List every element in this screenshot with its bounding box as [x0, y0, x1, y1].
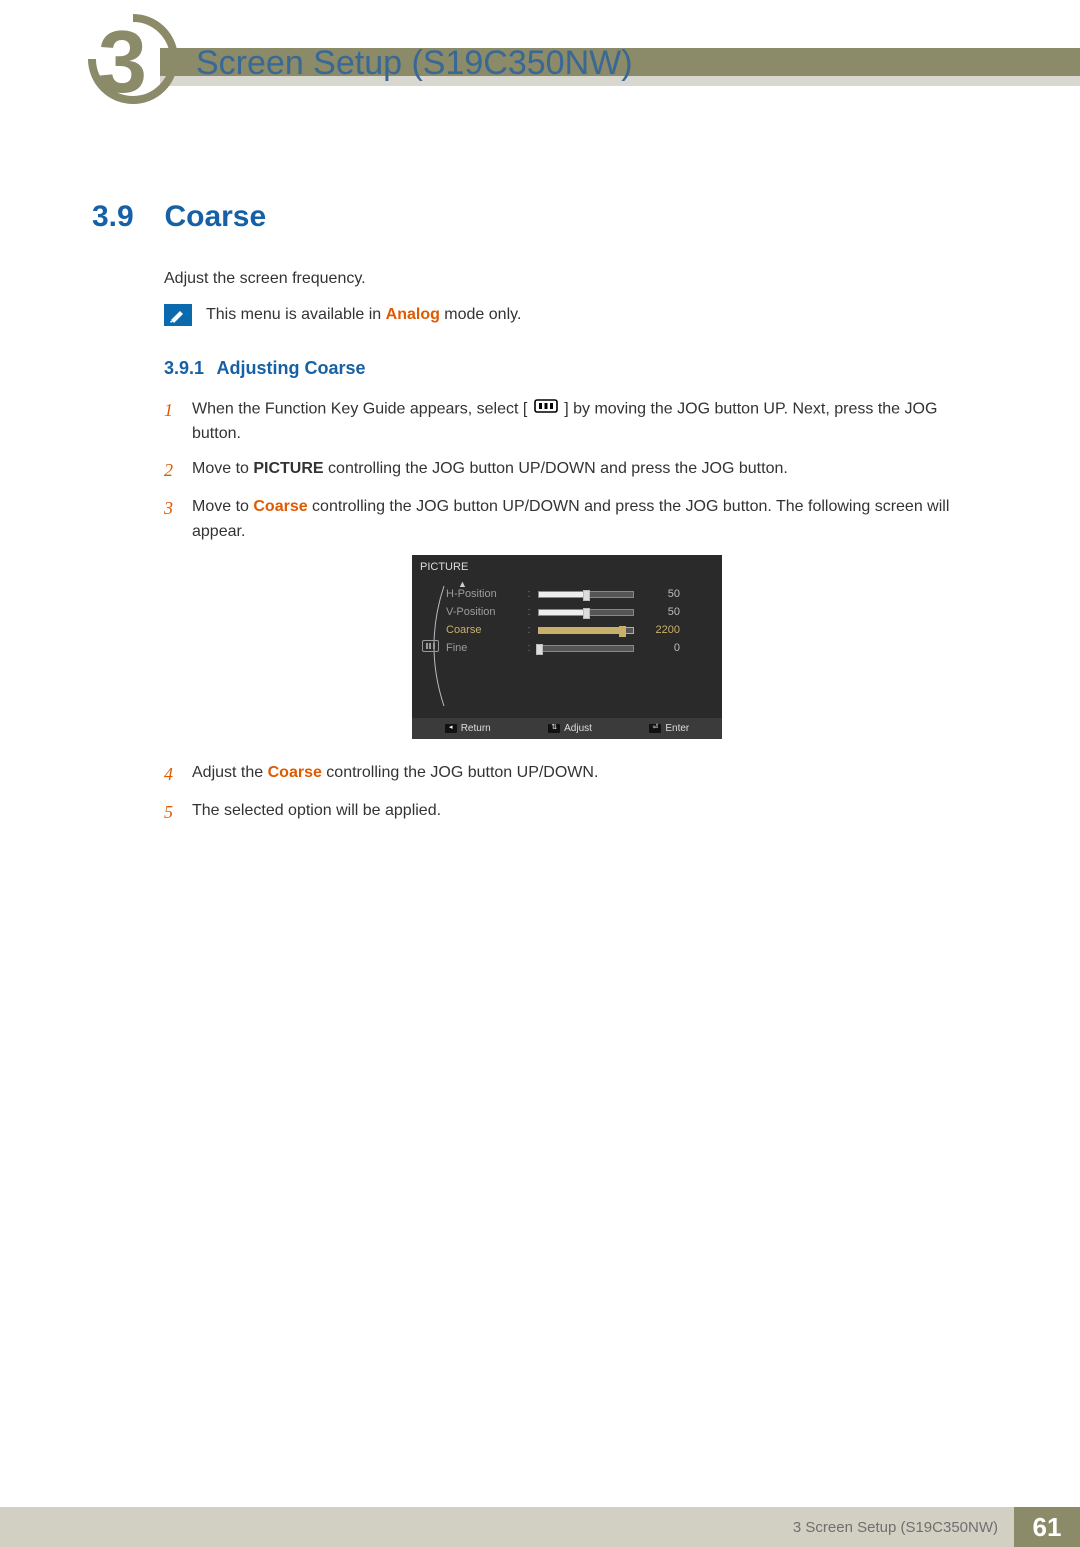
osd-picture-icon — [422, 640, 439, 652]
keyword-coarse: Coarse — [253, 498, 307, 515]
chapter-number: 3 — [98, 18, 147, 106]
keyword-coarse: Coarse — [268, 764, 322, 781]
note-icon — [164, 304, 192, 326]
step-text: Move to Coarse controlling the JOG butto… — [192, 495, 984, 751]
chapter-title: Screen Setup (S19C350NW) — [196, 44, 633, 83]
subsection-heading: 3.9.1 Adjusting Coarse — [164, 358, 984, 379]
subsection-title: Adjusting Coarse — [217, 358, 366, 378]
adjust-icon: ⇅ — [548, 724, 560, 733]
note-text-suffix: mode only. — [440, 306, 522, 323]
osd-row: Fine:0 — [446, 640, 712, 658]
step-text: Adjust the Coarse controlling the JOG bu… — [192, 761, 984, 789]
footer-breadcrumb: 3 Screen Setup (S19C350NW) — [0, 1507, 1014, 1547]
step-4: 4 Adjust the Coarse controlling the JOG … — [164, 761, 984, 789]
step-3: 3 Move to Coarse controlling the JOG but… — [164, 495, 984, 751]
step-2: 2 Move to PICTURE controlling the JOG bu… — [164, 457, 984, 485]
step-number: 3 — [164, 495, 192, 751]
osd-slider — [538, 609, 634, 616]
osd-row-label: Coarse — [446, 622, 520, 639]
step-number: 5 — [164, 799, 192, 827]
note-emphasis: Analog — [386, 306, 440, 323]
osd-row: V-Position:50 — [446, 604, 712, 622]
page-footer: 3 Screen Setup (S19C350NW) 61 — [0, 1507, 1080, 1547]
osd-row-value: 0 — [640, 640, 680, 657]
step-1: 1 When the Function Key Guide appears, s… — [164, 397, 984, 447]
osd-body: ▲ H-Position:50V-Position:50Coarse:2200F… — [412, 580, 722, 718]
return-icon: ◂ — [445, 724, 457, 733]
step-text: Move to PICTURE controlling the JOG butt… — [192, 457, 984, 485]
step-number: 4 — [164, 761, 192, 789]
osd-row-label: V-Position — [446, 604, 520, 621]
note-text: This menu is available in Analog mode on… — [206, 304, 521, 324]
section-number: 3.9 — [92, 200, 160, 234]
osd-slider — [538, 645, 634, 652]
osd-row: H-Position:50 — [446, 586, 712, 604]
osd-row: Coarse:2200 — [446, 622, 712, 640]
osd-side-curve — [422, 584, 448, 704]
section-heading: 3.9 Coarse Adjust the screen frequency. … — [92, 200, 984, 827]
step-number: 1 — [164, 397, 192, 447]
osd-title: PICTURE — [412, 555, 722, 580]
osd-row-value: 50 — [640, 604, 680, 621]
osd-row-label: Fine — [446, 640, 520, 657]
keyword-picture: PICTURE — [253, 460, 323, 477]
osd-panel: PICTURE ▲ H-Position:50 — [412, 555, 722, 740]
section-intro-text: Adjust the screen frequency. — [164, 270, 984, 288]
up-arrow-icon: ▲ — [458, 578, 467, 592]
step-5: 5 The selected option will be applied. — [164, 799, 984, 827]
chapter-header: 3 Screen Setup (S19C350NW) — [0, 20, 1080, 90]
osd-slider — [538, 627, 634, 634]
section-title: Coarse — [164, 200, 266, 233]
osd-footer: ◂ Return ⇅ Adjust ⏎ Enter — [412, 718, 722, 740]
note-row: This menu is available in Analog mode on… — [164, 304, 984, 326]
osd-row-value: 2200 — [640, 622, 680, 639]
osd-footer-return: ◂ Return — [445, 721, 491, 737]
footer-page-number: 61 — [1014, 1507, 1080, 1547]
osd-slider — [538, 591, 634, 598]
step-text: The selected option will be applied. — [192, 799, 984, 827]
chapter-number-badge: 3 — [88, 14, 178, 104]
step-text: When the Function Key Guide appears, sel… — [192, 397, 984, 447]
note-text-prefix: This menu is available in — [206, 306, 386, 323]
document-page: 3 Screen Setup (S19C350NW) 3.9 Coarse Ad… — [0, 20, 1080, 1547]
menu-icon — [534, 397, 558, 422]
osd-footer-enter: ⏎ Enter — [649, 721, 689, 737]
enter-icon: ⏎ — [649, 724, 661, 733]
subsection-number: 3.9.1 — [164, 358, 204, 378]
step-number: 2 — [164, 457, 192, 485]
osd-footer-adjust: ⇅ Adjust — [548, 721, 592, 737]
osd-row-value: 50 — [640, 586, 680, 603]
steps-list: 1 When the Function Key Guide appears, s… — [164, 397, 984, 827]
